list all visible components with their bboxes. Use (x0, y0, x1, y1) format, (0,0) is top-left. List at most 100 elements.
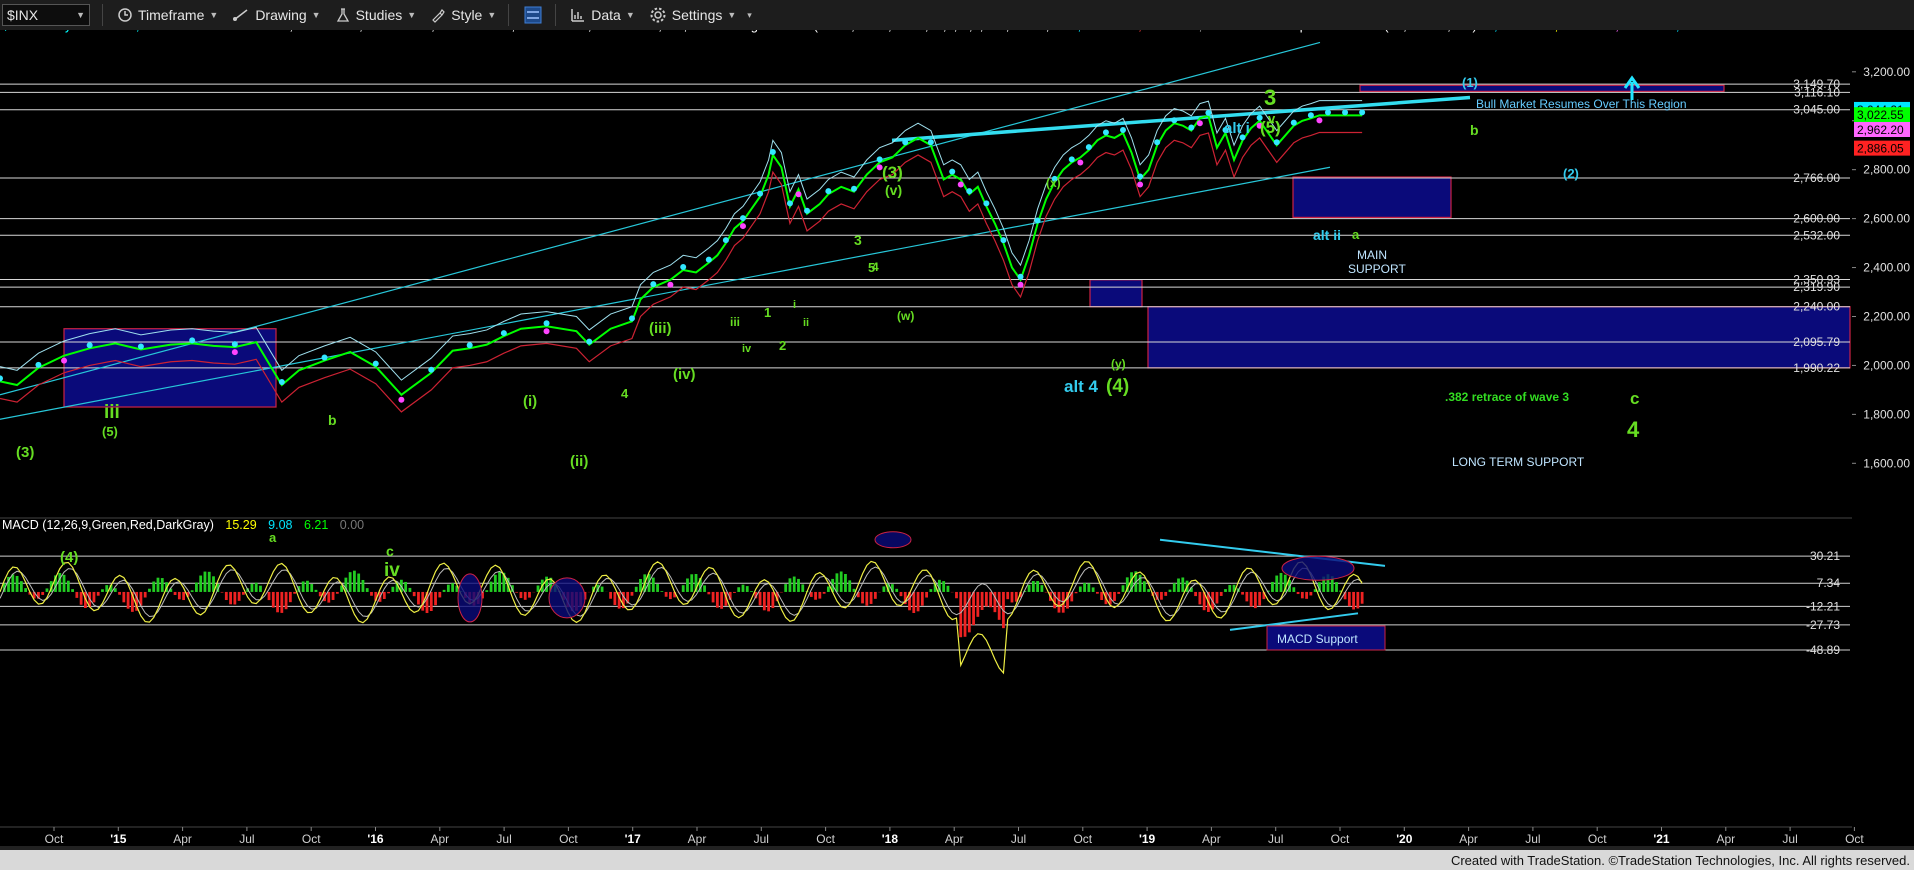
macd-level-label: -48.89 (1806, 643, 1840, 657)
symbol-dropdown-icon[interactable]: ▼ (76, 10, 85, 20)
bull-market-label: Bull Market Resumes Over This Region (1476, 97, 1687, 111)
macd-histogram-bar (1228, 585, 1232, 592)
price-tag-label: 2,886.05 (1857, 142, 1904, 156)
time-tick-label: Oct (45, 832, 64, 846)
macd-histogram-bar (177, 591, 181, 600)
wave-label: 4 (872, 260, 879, 274)
gear-icon (650, 7, 666, 23)
macd-histogram-bar (353, 570, 356, 592)
macd-histogram-bar (1057, 591, 1061, 613)
macd-histogram-bar (1168, 589, 1172, 592)
studies-button[interactable]: Studies ▼ (335, 7, 416, 23)
macd-histogram-bar (182, 591, 186, 601)
retrace-label: .382 retrace of wave 3 (1445, 390, 1569, 404)
signal-dot (1171, 117, 1178, 124)
macd-histogram-bar (835, 573, 839, 592)
macd-histogram-bar (929, 589, 933, 592)
header-value: 2,982.44 (1669, 30, 1720, 33)
wave-label: iv (742, 343, 752, 355)
macd-histogram-bar (1138, 574, 1142, 592)
macd-histogram-bar (869, 591, 873, 604)
signal-dot (189, 337, 196, 344)
price-tick-label: 2,000.00 (1863, 358, 1910, 372)
signal-dot (1000, 237, 1007, 244)
header-value: 2,965.13 (1191, 30, 1242, 33)
settings-button[interactable]: Settings ▼ ▾ (649, 6, 752, 24)
signal-dot (500, 330, 507, 337)
macd-histogram-bar (62, 574, 66, 592)
wave-label: 1 (764, 305, 771, 320)
macd-histogram-bar (387, 591, 390, 594)
macd-histogram-bar (489, 581, 493, 592)
macd-histogram-bar (634, 586, 638, 592)
macd-histogram-bar (1352, 591, 1355, 610)
time-tick-label: '19 (1139, 832, 1156, 846)
macd-histogram-bar (357, 573, 361, 592)
macd-histogram-bar (280, 591, 284, 613)
time-tick-label: Oct (559, 832, 578, 846)
layout-icon (524, 6, 542, 24)
time-tick-label: Jul (1782, 832, 1797, 846)
macd-histogram-bar (429, 591, 433, 611)
wave-label: b (328, 412, 337, 428)
macd-histogram-bar (220, 591, 224, 593)
signal-dot (966, 188, 973, 195)
layout-button[interactable] (523, 5, 543, 25)
macd-histogram-bar (963, 591, 967, 637)
macd-histogram-bar (75, 591, 79, 598)
macd-highlight-ellipse (874, 531, 912, 549)
style-button[interactable]: Style ▼ (430, 7, 496, 23)
macd-histogram-bar (408, 587, 412, 592)
drawing-label: Drawing (255, 7, 307, 23)
level-label: 2,766.00 (1793, 171, 1840, 185)
wave-label: a (269, 530, 277, 545)
wave-4-box (1089, 279, 1143, 308)
signal-dot (825, 188, 832, 195)
macd-histogram-bar (690, 574, 694, 592)
alt-wave-label: alt 4 (1064, 377, 1099, 396)
signal-dot-magenta (1017, 281, 1024, 288)
macd-histogram-bar (1117, 591, 1121, 594)
macd-histogram-bar (668, 591, 672, 600)
macd-histogram-bar (1091, 587, 1095, 592)
long-term-support-label: LONG TERM SUPPORT (1452, 455, 1585, 469)
drawing-button[interactable]: Drawing ▼ (232, 7, 321, 23)
wave-label: (i) (523, 393, 537, 410)
macd-histogram-bar (1113, 591, 1116, 601)
macd-histogram-bar (148, 588, 151, 592)
macd-histogram-bar (1253, 591, 1257, 609)
macd-histogram-bar (972, 591, 975, 626)
macd-histogram-bar (156, 577, 160, 592)
time-tick-label: '16 (367, 832, 384, 846)
signal-dot (1307, 112, 1314, 119)
chart[interactable]: 3,149.703,116.103,045.002,766.002,600.00… (0, 30, 1914, 850)
macd-histogram-bar (442, 589, 446, 592)
signal-dot-magenta (231, 349, 238, 356)
macd-histogram-bar (818, 591, 822, 599)
signal-dot (86, 342, 93, 349)
signal-dot (278, 379, 285, 385)
macd-histogram-bar (916, 591, 920, 612)
toolbar-overflow-icon[interactable]: ▾ (747, 10, 752, 21)
wave-label: iii (730, 315, 740, 329)
alt-wave-label: alt i (1224, 120, 1250, 137)
level-label: 2,319.90 (1793, 280, 1840, 294)
wave-label: b (1470, 122, 1479, 138)
macd-histogram-bar (348, 572, 352, 592)
macd-histogram-bar (1335, 582, 1338, 592)
macd-histogram-bar (446, 584, 450, 592)
macd-histogram-bar (259, 585, 262, 592)
symbol-input[interactable]: $INX ▼ (2, 4, 90, 26)
signal-dot (804, 207, 811, 214)
price-tick-label: 2,200.00 (1863, 309, 1910, 323)
wave-label: (iii) (649, 320, 672, 337)
price-tick-label: 2,600.00 (1863, 212, 1910, 226)
drawing-icon (233, 9, 248, 21)
timeframe-button[interactable]: Timeframe ▼ (117, 7, 218, 23)
time-tick-label: '15 (110, 832, 127, 846)
signal-dot (757, 190, 764, 197)
macd-histogram-bar (229, 591, 232, 605)
wave-label: a (1352, 227, 1360, 242)
signal-dot (1290, 119, 1297, 126)
data-button[interactable]: Data ▼ (570, 7, 635, 23)
